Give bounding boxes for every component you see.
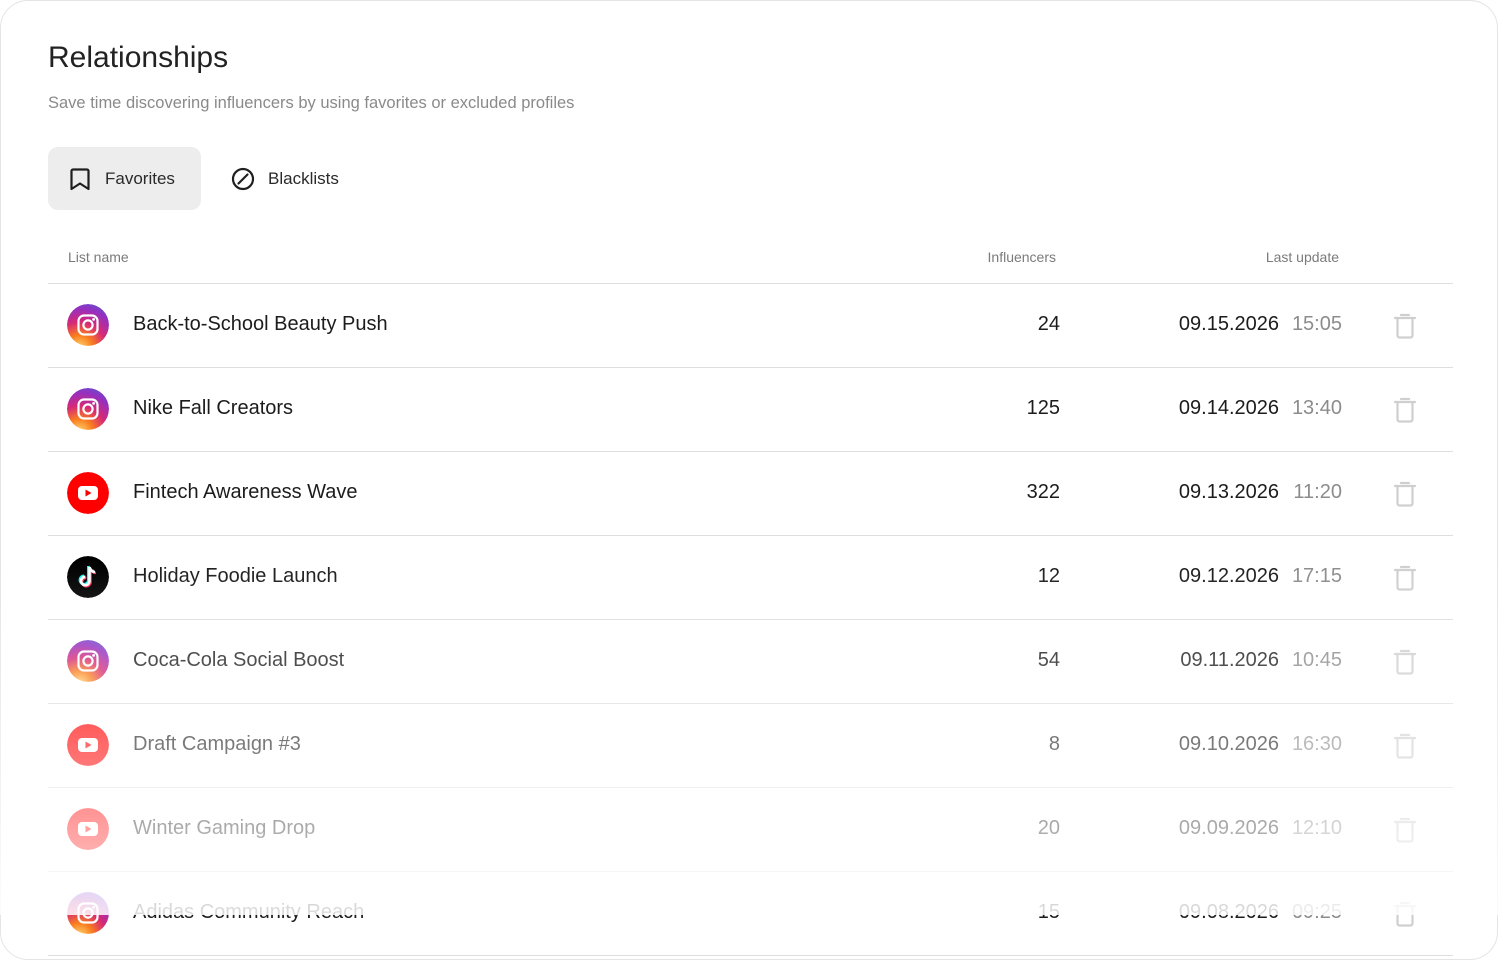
list-name[interactable]: Adidas Community Reach [133, 901, 364, 924]
tab-favorites-label: Favorites [105, 168, 175, 188]
last-update-time: 15:05 [1291, 313, 1342, 335]
youtube-icon [67, 808, 109, 850]
delete-list-button[interactable] [1392, 648, 1418, 676]
delete-list-button[interactable] [1392, 480, 1418, 508]
delete-list-button[interactable] [1392, 900, 1418, 928]
delete-list-button[interactable] [1392, 816, 1418, 844]
delete-list-button[interactable] [1392, 564, 1418, 592]
instagram-icon [67, 388, 109, 430]
last-update-date: 09.09.2026 [1178, 817, 1279, 839]
influencer-count: 24 [1037, 313, 1060, 335]
last-update-date: 09.14.2026 [1178, 397, 1279, 419]
table-row[interactable]: Winter Gaming Drop 20 09.09.2026 12:10 [48, 788, 1453, 872]
table-row[interactable]: Draft Campaign #3 8 09.10.2026 16:30 [48, 704, 1453, 788]
last-update-date: 09.08.2026 [1178, 901, 1279, 923]
column-header-last-update[interactable]: Last update [1266, 249, 1339, 265]
table-row[interactable]: Holiday Foodie Launch 12 09.12.2026 17:15 [48, 536, 1453, 620]
list-name[interactable]: Winter Gaming Drop [133, 817, 315, 840]
list-name[interactable]: Back-to-School Beauty Push [133, 313, 388, 336]
trash-icon [1392, 565, 1418, 596]
instagram-icon [67, 640, 109, 682]
block-icon [231, 167, 255, 191]
last-update-date: 09.12.2026 [1178, 565, 1279, 587]
column-header-influencers[interactable]: Influencers [988, 249, 1056, 265]
delete-list-button[interactable] [1392, 732, 1418, 760]
last-update-time: 16:30 [1291, 733, 1342, 755]
table-row[interactable]: Coca-Cola Social Boost 54 09.11.2026 10:45 [48, 620, 1453, 704]
list-name[interactable]: Nike Fall Creators [133, 397, 293, 420]
last-update-time: 09:25 [1291, 901, 1342, 923]
influencer-count: 125 [1026, 397, 1060, 419]
trash-icon [1392, 817, 1418, 848]
page-title: Relationships [48, 41, 229, 74]
list-name[interactable]: Coca-Cola Social Boost [133, 649, 344, 672]
delete-list-button[interactable] [1392, 396, 1418, 424]
list-name[interactable]: Holiday Foodie Launch [133, 565, 338, 588]
last-update-date: 09.13.2026 [1178, 481, 1279, 503]
last-update-date: 09.11.2026 [1180, 649, 1279, 671]
influencer-count: 54 [1037, 649, 1060, 671]
delete-list-button[interactable] [1392, 312, 1418, 340]
tab-blacklists[interactable]: Blacklists [214, 147, 374, 210]
youtube-icon [67, 472, 109, 514]
list-name[interactable]: Fintech Awareness Wave [133, 481, 358, 504]
trash-icon [1392, 733, 1418, 764]
instagram-icon [67, 304, 109, 346]
last-update-time: 13:40 [1291, 397, 1342, 419]
trash-icon [1392, 481, 1418, 512]
trash-icon [1392, 313, 1418, 344]
trash-icon [1392, 397, 1418, 428]
table-row[interactable]: Fintech Awareness Wave 322 09.13.2026 11:20 [48, 452, 1453, 536]
table-row[interactable]: Back-to-School Beauty Push 24 09.15.2026 15… [48, 284, 1453, 368]
influencer-count: 8 [1048, 733, 1060, 755]
relationships-card: Relationships Save time discovering infl… [0, 0, 1498, 960]
last-update-date: 09.10.2026 [1178, 733, 1279, 755]
last-update-time: 17:15 [1291, 565, 1342, 587]
influencer-count: 20 [1037, 817, 1060, 839]
last-update-date: 09.15.2026 [1178, 313, 1279, 335]
influencer-count: 322 [1026, 481, 1060, 503]
column-header-list-name[interactable]: List name [68, 249, 129, 265]
table-row[interactable]: Nike Fall Creators 125 09.14.2026 13:40 [48, 368, 1453, 452]
tab-blacklists-label: Blacklists [268, 168, 339, 188]
page-subtitle: Save time discovering influencers by usi… [48, 94, 575, 112]
tiktok-icon [67, 556, 109, 598]
lists-table: Back-to-School Beauty Push 24 09.15.2026 15… [48, 284, 1453, 956]
last-update-time: 12:10 [1291, 817, 1342, 839]
youtube-icon [67, 724, 109, 766]
last-update-time: 11:20 [1293, 481, 1342, 503]
influencer-count: 15 [1037, 901, 1060, 923]
trash-icon [1392, 901, 1418, 932]
list-name[interactable]: Draft Campaign #3 [133, 733, 301, 756]
trash-icon [1392, 649, 1418, 680]
table-row[interactable]: Adidas Community Reach 15 09.08.2026 09:25 [48, 872, 1453, 956]
bookmark-icon [68, 167, 92, 191]
influencer-count: 12 [1037, 565, 1060, 587]
last-update-time: 10:45 [1291, 649, 1342, 671]
instagram-icon [67, 892, 109, 934]
tab-favorites[interactable]: Favorites [48, 147, 201, 210]
